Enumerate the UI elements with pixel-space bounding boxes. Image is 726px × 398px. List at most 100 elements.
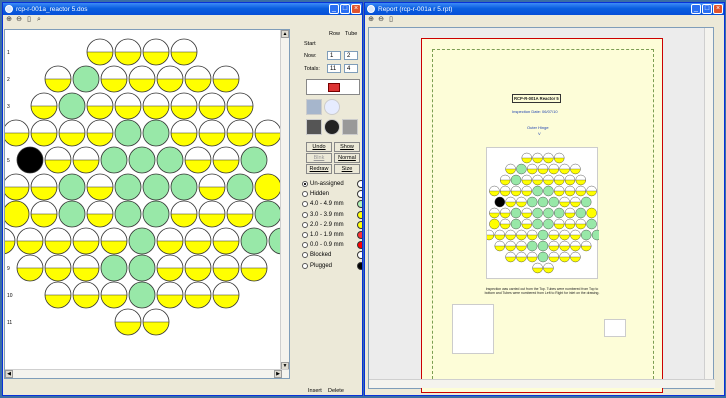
tube-cell[interactable] (184, 146, 212, 174)
tube-sheet-map[interactable]: 1234567891011 (5, 30, 289, 370)
horizontal-scrollbar[interactable]: ◀ ▶ (5, 369, 289, 378)
total-row-field[interactable]: 11 (327, 64, 341, 73)
tube-cell[interactable] (142, 200, 170, 228)
legend-item[interactable]: 0.0 - 0.9 mm (302, 240, 362, 250)
tube-cell[interactable] (30, 92, 58, 120)
tube-cell[interactable] (226, 200, 254, 228)
radio-icon[interactable] (302, 181, 308, 187)
scroll-up-icon[interactable]: ▲ (281, 30, 289, 38)
maximize-icon[interactable]: □ (340, 4, 350, 14)
tube-cell[interactable] (58, 173, 86, 201)
tube-cell[interactable] (170, 38, 198, 66)
legend-item[interactable]: Plugged (302, 261, 362, 271)
tube-cell[interactable] (58, 119, 86, 147)
tube-cell[interactable] (128, 227, 156, 255)
close-icon[interactable]: × (351, 4, 361, 14)
tube-cell[interactable] (114, 200, 142, 228)
tube-cell[interactable] (156, 65, 184, 93)
tube-cell[interactable] (198, 92, 226, 120)
tube-cell[interactable] (44, 65, 72, 93)
radio-icon[interactable] (302, 201, 308, 208)
tube-cell[interactable] (226, 92, 254, 120)
tube-cell[interactable] (240, 227, 268, 255)
tube-cell[interactable] (16, 254, 44, 282)
now-row-field[interactable]: 1 (327, 51, 341, 60)
tube-cell[interactable] (86, 119, 114, 147)
tube-cell[interactable] (156, 146, 184, 174)
tube-cell[interactable] (184, 227, 212, 255)
tube-cell[interactable] (198, 200, 226, 228)
tube-cell[interactable] (184, 65, 212, 93)
page-icon[interactable]: ▯ (387, 16, 395, 24)
tube-cell[interactable] (5, 119, 30, 147)
tube-grid[interactable]: 1234567891011 ▲ ▼ ◀ ▶ (4, 29, 290, 379)
zoom-out-icon[interactable]: ⊖ (15, 16, 23, 24)
tube-cell[interactable] (254, 200, 282, 228)
tube-cell[interactable] (142, 38, 170, 66)
tube-cell[interactable] (142, 92, 170, 120)
tube-cell[interactable] (198, 119, 226, 147)
tube-cell[interactable] (212, 146, 240, 174)
tube-cell[interactable] (100, 146, 128, 174)
scroll-right-icon[interactable]: ▶ (274, 370, 282, 378)
zoom-out-icon[interactable]: ⊖ (377, 16, 385, 24)
tube-cell[interactable] (114, 38, 142, 66)
normal-button[interactable]: Normal (334, 153, 360, 163)
tube-cell[interactable] (58, 92, 86, 120)
tube-cell[interactable] (184, 281, 212, 309)
tube-cell[interactable] (100, 254, 128, 282)
report-horizontal-scrollbar[interactable] (369, 379, 715, 388)
tube-cell[interactable] (170, 173, 198, 201)
tube-cell[interactable] (240, 146, 268, 174)
tube-cell[interactable] (5, 173, 30, 201)
tube-cell[interactable] (58, 200, 86, 228)
minimize-icon[interactable]: _ (691, 4, 701, 14)
radio-icon[interactable] (302, 232, 308, 238)
maximize-icon[interactable]: □ (702, 4, 712, 14)
tube-cell[interactable] (212, 65, 240, 93)
print-button[interactable] (306, 79, 360, 95)
zoom-in-icon[interactable]: ⊕ (367, 16, 375, 24)
grid-view-icon[interactable] (306, 99, 322, 115)
legend-item[interactable]: 2.0 - 2.9 mm (302, 220, 362, 230)
tube-cell[interactable] (170, 200, 198, 228)
color-wheel-icon[interactable] (324, 119, 340, 135)
legend-item[interactable]: 4.0 - 4.9 mm (302, 199, 362, 209)
radio-icon[interactable] (302, 262, 308, 269)
half-circle-icon[interactable] (324, 99, 340, 115)
tube-cell[interactable] (100, 281, 128, 309)
tube-cell[interactable] (212, 254, 240, 282)
tube-cell[interactable] (170, 119, 198, 147)
grid-icon[interactable] (306, 119, 322, 135)
tube-cell[interactable] (72, 227, 100, 255)
tube-cell[interactable] (86, 200, 114, 228)
tube-cell[interactable] (226, 173, 254, 201)
tube-cell[interactable] (170, 92, 198, 120)
legend-item[interactable]: 3.0 - 3.9 mm (302, 210, 362, 220)
tube-cell[interactable] (212, 281, 240, 309)
tube-cell[interactable] (114, 119, 142, 147)
close-icon[interactable]: × (713, 4, 723, 14)
tube-cell[interactable] (212, 227, 240, 255)
right-title-bar[interactable]: Report (rcp-r-001a r 5.rpt) _ □ × (365, 3, 724, 15)
redraw-button[interactable]: Redraw (306, 164, 332, 174)
magnify-icon[interactable]: ⌕ (35, 16, 43, 24)
tube-cell[interactable] (114, 173, 142, 201)
tube-cell[interactable] (128, 65, 156, 93)
tube-cell[interactable] (128, 254, 156, 282)
now-tube-field[interactable]: 2 (344, 51, 358, 60)
tube-cell[interactable] (30, 200, 58, 228)
tube-cell[interactable] (240, 254, 268, 282)
tube-cell[interactable] (16, 227, 44, 255)
legend-item[interactable]: Blocked (302, 250, 362, 260)
legend-item[interactable]: 1.0 - 1.9 mm (302, 230, 362, 240)
vertical-scrollbar[interactable]: ▲ ▼ (280, 30, 289, 370)
radio-icon[interactable] (302, 242, 308, 249)
size-button[interactable]: Size (334, 164, 360, 174)
tube-cell[interactable] (44, 254, 72, 282)
tube-cell[interactable] (142, 173, 170, 201)
tube-cell[interactable] (226, 119, 254, 147)
tube-cell[interactable] (156, 281, 184, 309)
total-tube-field[interactable]: 4 (344, 64, 358, 73)
tube-cell[interactable] (30, 119, 58, 147)
